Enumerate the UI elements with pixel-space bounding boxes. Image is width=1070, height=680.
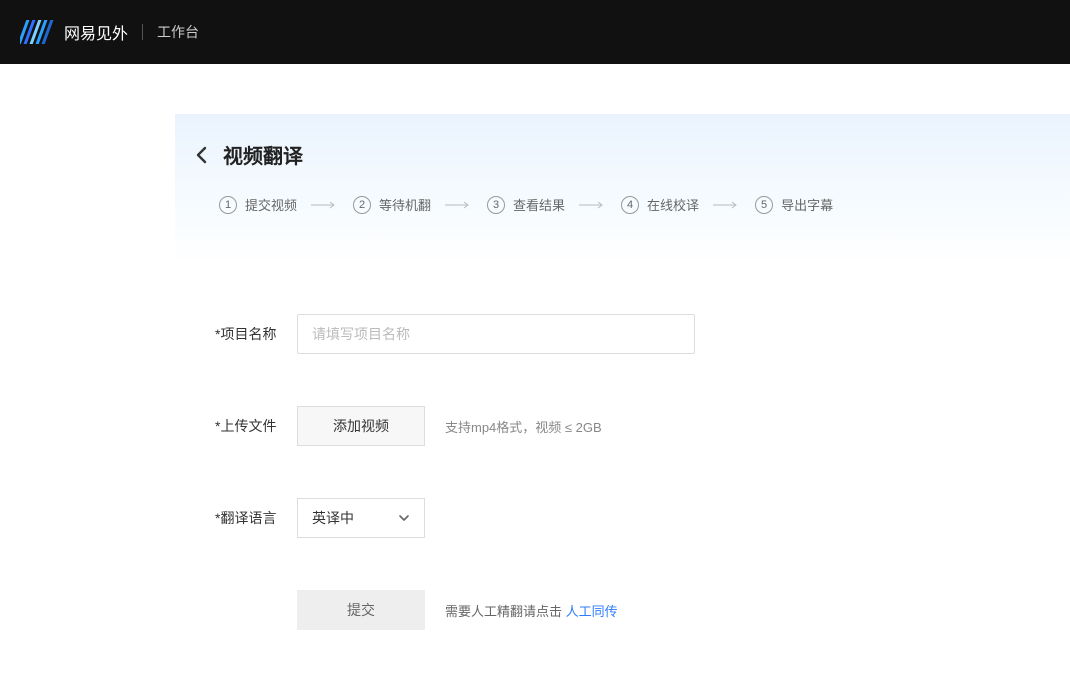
logo[interactable]: 网易见外 <box>20 18 128 46</box>
panel-header: 视频翻译 1 提交视频 2 等待机翻 3 查看结果 <box>175 114 1070 264</box>
language-select[interactable]: 英译中 <box>297 498 425 538</box>
workspace-label[interactable]: 工作台 <box>157 22 199 42</box>
step-arrow-icon <box>445 201 473 209</box>
step-5: 5 导出字幕 <box>755 195 833 214</box>
language-selected: 英译中 <box>312 508 354 528</box>
brand-name: 网易见外 <box>64 20 128 44</box>
step-number: 3 <box>487 196 505 214</box>
step-label: 提交视频 <box>245 195 297 214</box>
step-3: 3 查看结果 <box>487 195 565 214</box>
submit-hint-text: 需要人工精翻请点击 <box>445 604 566 619</box>
step-number: 2 <box>353 196 371 214</box>
step-2: 2 等待机翻 <box>353 195 431 214</box>
human-translation-link[interactable]: 人工同传 <box>566 604 618 619</box>
topbar: 网易见外 工作台 <box>0 0 1070 64</box>
step-arrow-icon <box>311 201 339 209</box>
label-language: *翻译语言 <box>215 508 297 528</box>
page: 视频翻译 1 提交视频 2 等待机翻 3 查看结果 <box>0 114 1070 630</box>
row-upload: *上传文件 添加视频 支持mp4格式，视频 ≤ 2GB <box>215 406 1070 446</box>
label-upload: *上传文件 <box>215 416 297 436</box>
form: *项目名称 *上传文件 添加视频 支持mp4格式，视频 ≤ 2GB *翻译语言 … <box>175 264 1070 630</box>
step-arrow-icon <box>713 201 741 209</box>
logo-icon <box>20 18 56 46</box>
step-number: 4 <box>621 196 639 214</box>
page-title: 视频翻译 <box>223 140 303 169</box>
step-number: 5 <box>755 196 773 214</box>
step-label: 等待机翻 <box>379 195 431 214</box>
panel: 视频翻译 1 提交视频 2 等待机翻 3 查看结果 <box>175 114 1070 630</box>
step-label: 查看结果 <box>513 195 565 214</box>
chevron-down-icon <box>398 512 410 524</box>
row-project-name: *项目名称 <box>215 314 1070 354</box>
row-language: *翻译语言 英译中 <box>215 498 1070 538</box>
label-project-name: *项目名称 <box>215 324 297 344</box>
title-row: 视频翻译 <box>193 140 1040 169</box>
back-icon[interactable] <box>193 146 211 164</box>
submit-hint: 需要人工精翻请点击 人工同传 <box>445 601 618 620</box>
step-label: 在线校译 <box>647 195 699 214</box>
step-4: 4 在线校译 <box>621 195 699 214</box>
header-divider <box>142 24 143 40</box>
add-video-button[interactable]: 添加视频 <box>297 406 425 446</box>
row-submit: 提交 需要人工精翻请点击 人工同传 <box>297 590 1070 630</box>
steps-bar: 1 提交视频 2 等待机翻 3 查看结果 4 在线校译 <box>219 195 1040 214</box>
step-number: 1 <box>219 196 237 214</box>
upload-hint: 支持mp4格式，视频 ≤ 2GB <box>445 417 602 436</box>
step-label: 导出字幕 <box>781 195 833 214</box>
step-arrow-icon <box>579 201 607 209</box>
step-1: 1 提交视频 <box>219 195 297 214</box>
submit-button[interactable]: 提交 <box>297 590 425 630</box>
project-name-input[interactable] <box>297 314 695 354</box>
